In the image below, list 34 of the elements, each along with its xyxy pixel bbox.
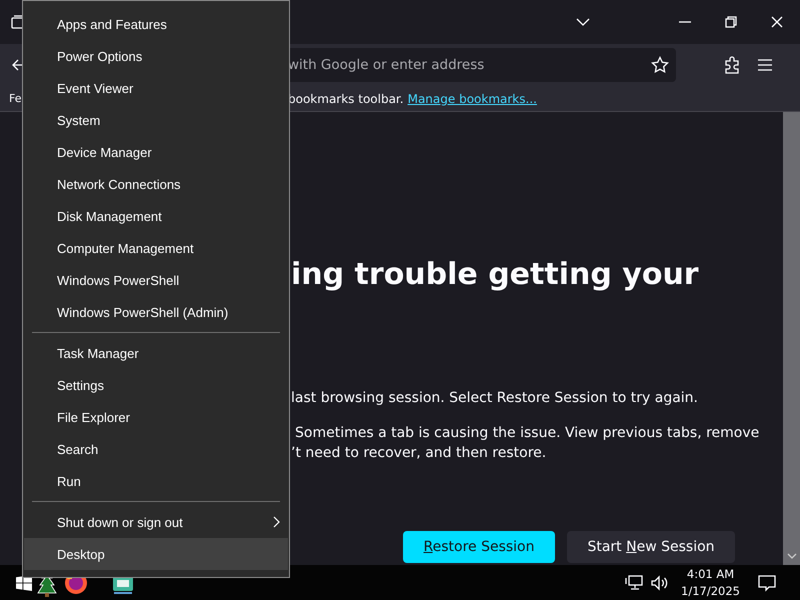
menu-item[interactable]: Windows PowerShell [24,264,288,296]
menu-item[interactable]: Device Manager [24,136,288,168]
menu-icon[interactable] [758,59,772,71]
minimize-icon[interactable] [679,21,691,23]
puzzle-piece-icon[interactable] [724,56,740,74]
body-paragraph: last browsing session. Select Restore Session to try again. [291,389,699,408]
menu-item[interactable]: Disk Management [24,200,288,232]
close-icon[interactable] [771,16,783,28]
page-heading: ing trouble getting your [291,256,700,294]
notifications-icon[interactable] [758,574,776,592]
restore-icon[interactable] [725,16,737,28]
menu-item[interactable]: Desktop [24,538,288,570]
menu-item[interactable]: Run [24,465,288,497]
menu-item[interactable]: Search [24,433,288,465]
body-paragraph: Sometimes a tab is causing the issue. View previous tabs, remove ’t need to recover, and then restore. [291,424,760,463]
volume-icon[interactable] [651,574,670,590]
menu-item[interactable]: Windows PowerShell (Admin) [24,296,288,328]
menu-item[interactable]: Shut down or sign out [24,506,288,538]
scrollbar[interactable] [783,112,800,565]
clock[interactable]: 4:01 AM 1/17/2025 [681,566,740,600]
restore-session-button[interactable]: Restore Session [403,531,555,563]
bookmarks-text: Fe [9,92,22,105]
menu-item[interactable]: File Explorer [24,401,288,433]
scroll-down-icon[interactable] [786,553,796,559]
menu-item[interactable]: Computer Management [24,232,288,264]
manage-bookmarks-link[interactable]: Manage bookmarks... [408,92,537,106]
network-icon[interactable] [625,574,644,590]
bookmark-star-icon[interactable] [651,56,669,74]
menu-item[interactable]: Settings [24,369,288,401]
menu-item[interactable]: Task Manager [24,337,288,369]
start-new-session-button[interactable]: Start New Session [567,531,735,563]
menu-item[interactable]: System [24,104,288,136]
chevron-down-icon[interactable] [576,18,590,26]
menu-item[interactable]: Network Connections [24,168,288,200]
